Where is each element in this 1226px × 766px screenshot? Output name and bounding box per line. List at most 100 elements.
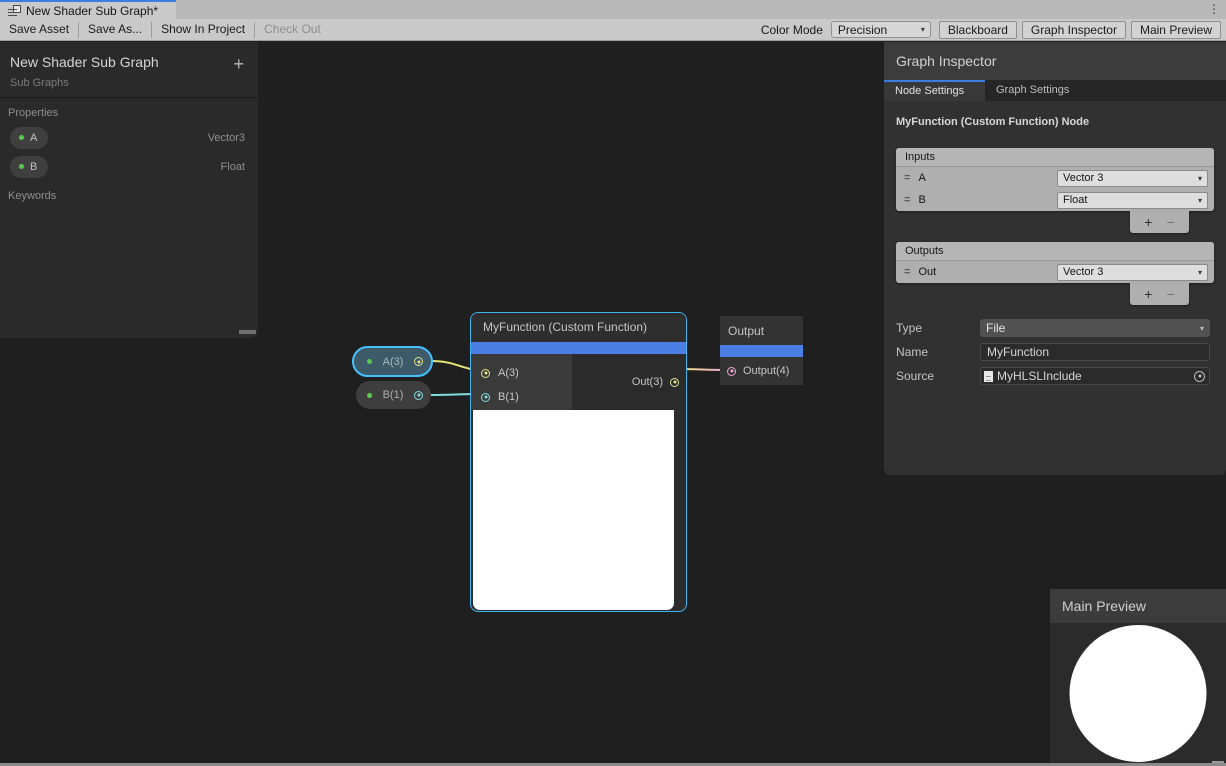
- type-label: Type: [896, 321, 980, 335]
- output-port-out[interactable]: Out(3): [572, 354, 686, 410]
- object-picker-icon[interactable]: [1194, 371, 1205, 382]
- exposed-dot-icon: [19, 164, 24, 169]
- input-name: B: [918, 194, 1057, 206]
- graph-inspector-toggle-button[interactable]: Graph Inspector: [1022, 21, 1126, 39]
- property-row-b[interactable]: B Float: [0, 152, 258, 181]
- blackboard-toggle-button[interactable]: Blackboard: [939, 21, 1017, 39]
- main-preview-panel: Main Preview: [1050, 589, 1226, 766]
- inspector-tabs: Node Settings Graph Settings: [884, 80, 1226, 101]
- output-port-icon[interactable]: [414, 357, 423, 366]
- add-output-button[interactable]: +: [1144, 284, 1152, 304]
- selected-node-header: MyFunction (Custom Function) Node: [896, 116, 1210, 128]
- input-name: A: [918, 172, 1057, 184]
- blackboard-resize-handle[interactable]: [239, 330, 256, 334]
- blackboard-header: New Shader Sub Graph Sub Graphs +: [0, 42, 258, 98]
- chevron-down-icon: ▾: [921, 25, 930, 34]
- source-value: MyHLSLInclude: [997, 369, 1194, 383]
- inputs-row-a[interactable]: = A Vector 3 ▾: [896, 167, 1214, 189]
- property-node-b[interactable]: B(1): [356, 381, 431, 409]
- inputs-row-b[interactable]: = B Float ▾: [896, 189, 1214, 211]
- input-type-dropdown[interactable]: Float ▾: [1057, 192, 1208, 209]
- main-preview-title: Main Preview: [1050, 589, 1226, 623]
- graph-inspector-panel: Graph Inspector Node Settings Graph Sett…: [884, 42, 1226, 475]
- keywords-section-label: Keywords: [0, 181, 258, 206]
- input-type-value: Float: [1058, 194, 1198, 206]
- node-ports: A(3) B(1) Out(3): [471, 354, 686, 410]
- name-field-row: Name MyFunction: [896, 343, 1210, 361]
- drag-handle-icon[interactable]: =: [904, 172, 909, 184]
- remove-output-button[interactable]: −: [1167, 284, 1175, 304]
- exposed-dot-icon: [367, 359, 372, 364]
- tab-node-settings[interactable]: Node Settings: [884, 80, 985, 101]
- output-port-icon[interactable]: [670, 378, 679, 387]
- check-out-button: Check Out: [255, 19, 330, 41]
- property-pill[interactable]: B: [10, 156, 48, 178]
- graph-toolbar: Save Asset Save As... Show In Project Ch…: [0, 19, 1226, 41]
- tab-new-shader-sub-graph[interactable]: New Shader Sub Graph*: [0, 0, 176, 19]
- window-menu-icon[interactable]: ⋮: [1208, 1, 1220, 18]
- shader-graph-window: New Shader Sub Graph* ⋮ Save Asset Save …: [0, 0, 1226, 766]
- type-dropdown[interactable]: File ▾: [980, 319, 1210, 337]
- color-mode-value: Precision: [832, 23, 921, 37]
- remove-input-button[interactable]: −: [1167, 212, 1175, 232]
- tab-graph-settings[interactable]: Graph Settings: [985, 80, 1080, 101]
- property-pill[interactable]: A: [10, 127, 48, 149]
- source-label: Source: [896, 369, 980, 383]
- blackboard-subtitle: Sub Graphs: [10, 77, 246, 89]
- node-title[interactable]: MyFunction (Custom Function): [471, 313, 686, 342]
- blackboard-panel: New Shader Sub Graph Sub Graphs + Proper…: [0, 42, 258, 338]
- input-port-a[interactable]: A(3): [471, 361, 572, 385]
- save-asset-button[interactable]: Save Asset: [0, 19, 78, 41]
- inputs-list-footer: + −: [1130, 211, 1189, 233]
- preview-sphere: [1070, 625, 1207, 762]
- file-icon: [984, 371, 993, 382]
- custom-function-node[interactable]: MyFunction (Custom Function) A(3) B(1) O…: [470, 312, 687, 612]
- main-preview-viewport[interactable]: [1050, 623, 1226, 766]
- property-name: A: [30, 132, 37, 144]
- function-name-input[interactable]: MyFunction: [980, 343, 1210, 361]
- port-label: Out(3): [632, 376, 663, 388]
- property-node-a[interactable]: A(3): [352, 346, 433, 377]
- show-in-project-button[interactable]: Show In Project: [152, 19, 254, 41]
- output-node[interactable]: Output Output(4): [720, 316, 803, 385]
- exposed-dot-icon: [19, 135, 24, 140]
- input-port-icon[interactable]: [481, 393, 490, 402]
- property-name: B: [30, 161, 37, 173]
- property-row-a[interactable]: A Vector3: [0, 123, 258, 152]
- color-mode-label: Color Mode: [753, 23, 831, 37]
- drag-handle-icon[interactable]: =: [904, 194, 909, 206]
- drag-handle-icon[interactable]: =: [904, 266, 909, 278]
- save-as-button[interactable]: Save As...: [79, 19, 151, 41]
- input-port-column: A(3) B(1): [471, 354, 572, 410]
- input-port-icon[interactable]: [727, 367, 736, 376]
- inspector-body: MyFunction (Custom Function) Node Inputs…: [884, 116, 1226, 385]
- main-preview-toggle-button[interactable]: Main Preview: [1131, 21, 1221, 39]
- input-port-b[interactable]: B(1): [471, 385, 572, 409]
- outputs-row-out[interactable]: = Out Vector 3 ▾: [896, 261, 1214, 283]
- chevron-down-icon: ▾: [1198, 268, 1207, 277]
- blackboard-title: New Shader Sub Graph: [10, 54, 246, 70]
- shader-graph-asset-icon: [8, 5, 21, 17]
- output-type-dropdown[interactable]: Vector 3 ▾: [1057, 264, 1208, 281]
- type-value: File: [980, 321, 1200, 335]
- node-preview: [473, 410, 674, 610]
- property-node-label: A(3): [380, 356, 406, 368]
- add-property-button[interactable]: +: [233, 56, 244, 72]
- input-type-dropdown[interactable]: Vector 3 ▾: [1057, 170, 1208, 187]
- color-mode-dropdown[interactable]: Precision ▾: [831, 21, 931, 38]
- port-label: Output(4): [743, 365, 789, 377]
- property-type: Vector3: [208, 132, 245, 144]
- output-port-icon[interactable]: [414, 391, 423, 400]
- outputs-list-footer: + −: [1130, 283, 1189, 305]
- output-type-value: Vector 3: [1058, 266, 1198, 278]
- node-accent-bar: [720, 345, 803, 357]
- source-field-row: Source MyHLSLInclude: [896, 367, 1210, 385]
- input-port-icon[interactable]: [481, 369, 490, 378]
- input-port-output[interactable]: Output(4): [720, 357, 803, 385]
- add-input-button[interactable]: +: [1144, 212, 1152, 232]
- outputs-list: Outputs = Out Vector 3 ▾: [896, 242, 1214, 283]
- node-title[interactable]: Output: [720, 316, 803, 345]
- output-name: Out: [918, 266, 1057, 278]
- port-label: A(3): [498, 367, 519, 379]
- source-object-field[interactable]: MyHLSLInclude: [980, 367, 1210, 385]
